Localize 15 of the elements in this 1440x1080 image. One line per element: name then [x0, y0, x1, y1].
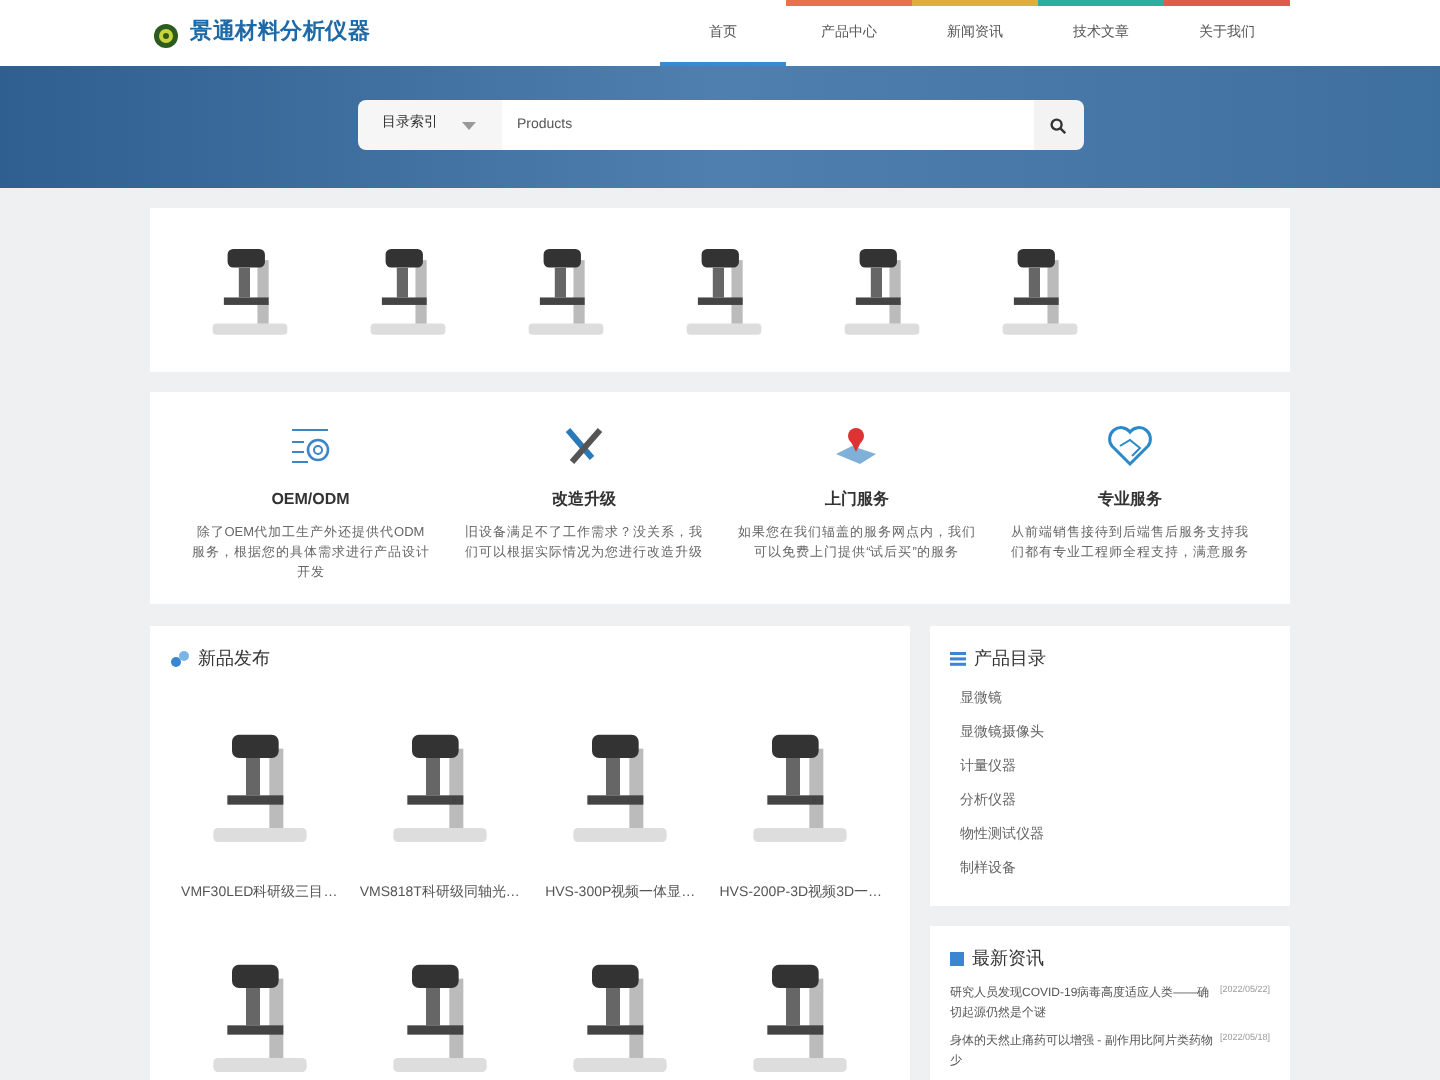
- section-title: 新品发布: [198, 645, 270, 672]
- handshake-icon: [1105, 422, 1154, 470]
- search-icon: [1050, 117, 1066, 133]
- map-pin-icon: [832, 422, 881, 470]
- section-title: 最新资讯: [972, 945, 1044, 972]
- square-icon: [950, 952, 964, 966]
- caret-icon: [462, 121, 476, 129]
- service-title: 专业服务: [1097, 488, 1162, 512]
- service-title: 改造升级: [551, 488, 616, 512]
- service-title: OEM/ODM: [271, 488, 350, 512]
- service-title: 上门服务: [824, 488, 889, 512]
- list-icon: [950, 652, 966, 666]
- search-button[interactable]: [1033, 100, 1083, 150]
- logo-text: 景通材料分析仪器: [190, 16, 371, 49]
- section-title: 产品目录: [974, 645, 1046, 672]
